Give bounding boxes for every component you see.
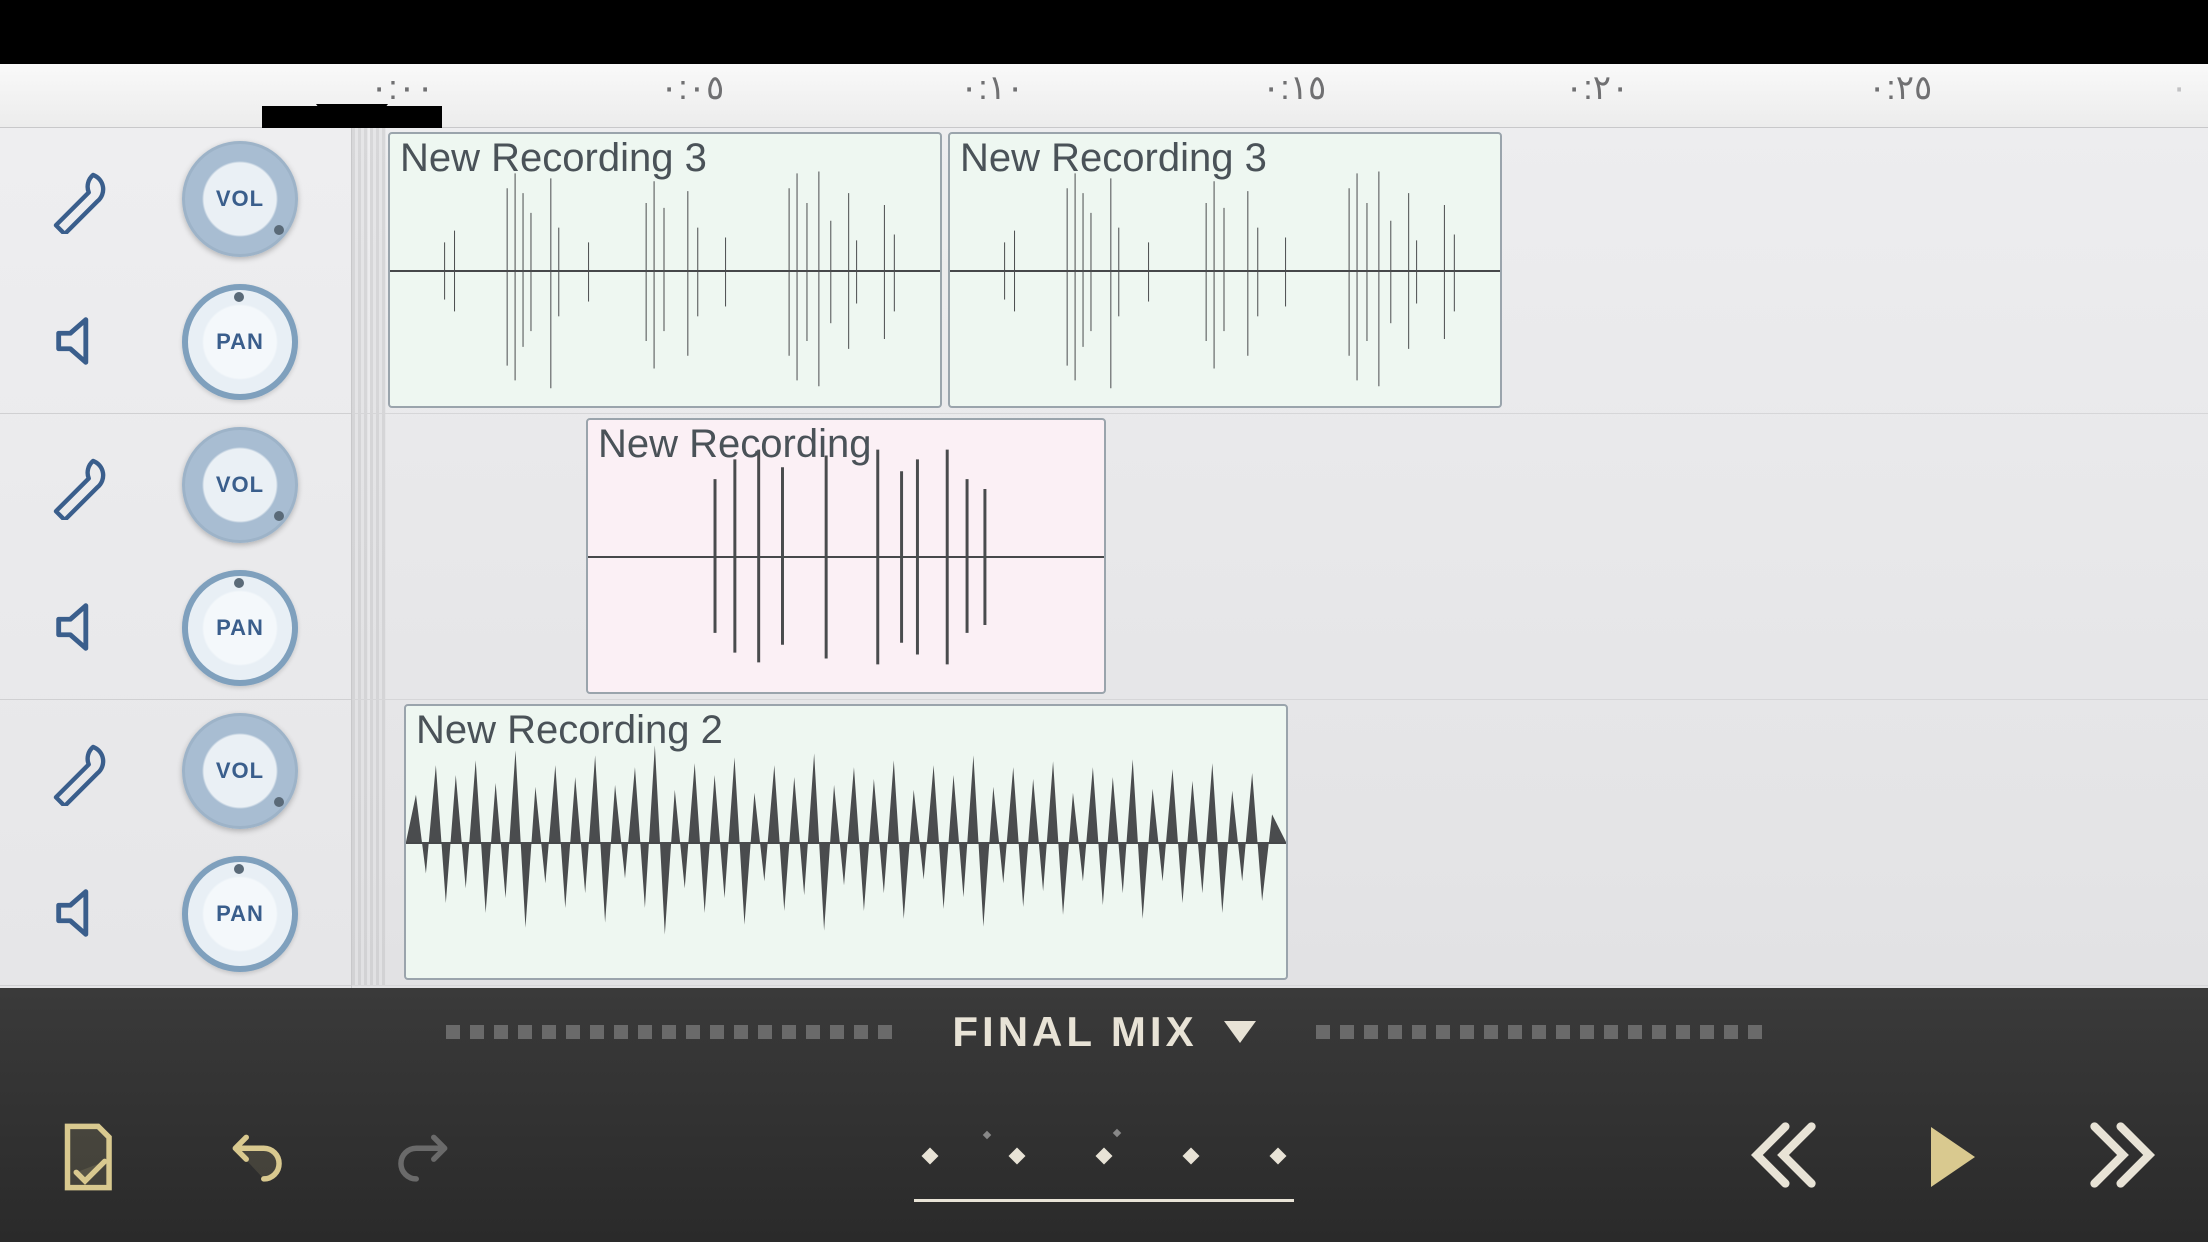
clip-label: New Recording 3	[396, 134, 711, 183]
clip-label: New Recording	[594, 420, 875, 469]
wrench-icon[interactable]	[45, 450, 115, 525]
volume-knob[interactable]: VOL	[182, 713, 298, 829]
clip-label: New Recording 3	[956, 134, 1271, 183]
knob-indicator-dot	[274, 797, 284, 807]
decorator-dots	[446, 1025, 892, 1039]
volume-knob-label: VOL	[216, 472, 264, 498]
lane-grip[interactable]	[370, 414, 386, 699]
pan-knob-label: PAN	[216, 329, 264, 355]
ruler-tick: ٠:٠٥	[660, 68, 724, 108]
lane-grip[interactable]	[352, 414, 368, 699]
status-bar	[0, 0, 2208, 64]
track-3-lane[interactable]: New Recording 2	[352, 700, 2208, 986]
knob-indicator-dot	[234, 578, 244, 588]
ruler-tick: ٠:٢٠	[1565, 68, 1629, 108]
controls-row	[0, 1102, 2208, 1212]
ruler-tick: ٠:٠٠	[370, 68, 434, 108]
wrench-icon[interactable]	[45, 736, 115, 811]
undo-button[interactable]	[170, 1107, 340, 1207]
ruler-tick-partial: ٠	[2170, 68, 2188, 108]
audio-clip[interactable]: New Recording 3	[948, 132, 1502, 408]
track-1-lane[interactable]: New Recording 3	[352, 128, 2208, 414]
track-controls-panel: VOL PAN VOL PAN	[0, 128, 352, 988]
decorator-dots	[1316, 1025, 1762, 1039]
play-button[interactable]	[1868, 1107, 2038, 1207]
wrench-icon[interactable]	[45, 164, 115, 239]
speaker-icon[interactable]	[49, 596, 111, 663]
pan-knob-label: PAN	[216, 901, 264, 927]
mix-label-text: FINAL MIX	[952, 1008, 1197, 1056]
timeline-ruler[interactable]: ٠:٠٠ ٠:٠٥ ٠:١٠ ٠:١٥ ٠:٢٠ ٠:٢٥ ٠	[0, 64, 2208, 128]
audio-clip[interactable]: New Recording	[586, 418, 1106, 694]
knob-indicator-dot	[234, 864, 244, 874]
fast-forward-button[interactable]	[2038, 1107, 2208, 1207]
redo-button[interactable]	[340, 1107, 510, 1207]
rewind-button[interactable]	[1698, 1107, 1868, 1207]
volume-knob[interactable]: VOL	[182, 427, 298, 543]
lane-grip[interactable]	[370, 700, 386, 985]
volume-knob-label: VOL	[216, 758, 264, 784]
play-icon	[1931, 1127, 1975, 1187]
final-mix-dropdown[interactable]: FINAL MIX	[952, 1008, 1255, 1056]
pan-knob[interactable]: PAN	[182, 570, 298, 686]
mix-row: FINAL MIX	[0, 1008, 2208, 1056]
knob-indicator-dot	[234, 292, 244, 302]
ruler-tick: ٠:٢٥	[1868, 68, 1932, 108]
lane-grip[interactable]	[370, 128, 386, 413]
pan-knob-label: PAN	[216, 615, 264, 641]
speaker-icon[interactable]	[49, 310, 111, 377]
timeline-lanes[interactable]: New Recording 3	[352, 128, 2208, 988]
ruler-tick: ٠:١٥	[1262, 68, 1326, 108]
notes-button[interactable]	[0, 1107, 170, 1207]
pan-knob[interactable]: PAN	[182, 284, 298, 400]
volume-knob-label: VOL	[216, 186, 264, 212]
knob-indicator-dot	[274, 511, 284, 521]
track-1-controls: VOL PAN	[0, 128, 351, 414]
clip-label: New Recording 2	[412, 706, 727, 755]
knob-indicator-dot	[274, 225, 284, 235]
speaker-icon[interactable]	[49, 882, 111, 949]
audio-clip[interactable]: New Recording 3	[388, 132, 942, 408]
transport-bar: FINAL MIX	[0, 988, 2208, 1242]
metronome-indicator[interactable]	[914, 1112, 1294, 1202]
audio-clip[interactable]: New Recording 2	[404, 704, 1288, 980]
track-3-controls: VOL PAN	[0, 700, 351, 986]
volume-knob[interactable]: VOL	[182, 141, 298, 257]
pan-knob[interactable]: PAN	[182, 856, 298, 972]
lane-grip[interactable]	[352, 700, 368, 985]
ruler-tick: ٠:١٠	[960, 68, 1024, 108]
lane-grip[interactable]	[352, 128, 368, 413]
chevron-down-icon	[1224, 1021, 1256, 1043]
track-2-controls: VOL PAN	[0, 414, 351, 700]
track-2-lane[interactable]: New Recording	[352, 414, 2208, 700]
